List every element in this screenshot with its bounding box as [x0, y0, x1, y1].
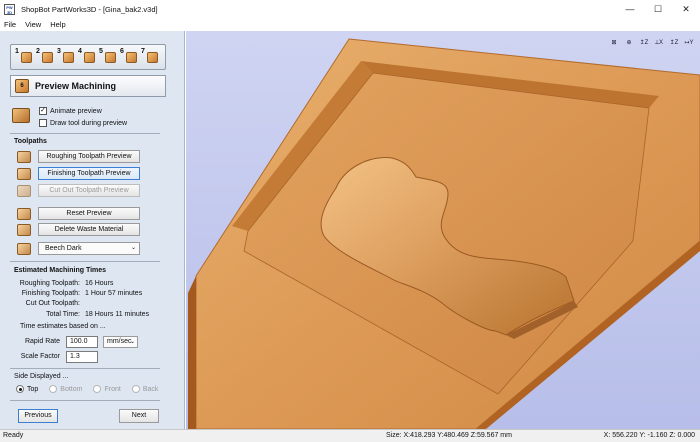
toolpaths-heading: Toolpaths — [14, 138, 47, 145]
title-bar: PW 3D ShopBot PartWorks3D - [Gina_bak2.v… — [0, 0, 700, 18]
draw-tool-option[interactable]: Draw tool during preview — [39, 119, 127, 127]
animate-preview-option[interactable]: ✓ Animate preview — [39, 107, 102, 115]
maximize-button[interactable]: ☐ — [644, 0, 672, 18]
rapid-rate-unit-select[interactable]: mm/sec ⌄ — [103, 336, 138, 348]
roughing-preview-button[interactable]: Roughing Toolpath Preview — [38, 150, 140, 163]
cursor-coordinates: X: 556.220 Y: -1.160 Z: 0.000 — [603, 432, 695, 439]
step-icon — [63, 52, 74, 63]
model-size: Size: X:418.293 Y:480.469 Z:59.567 mm — [386, 432, 512, 439]
finishing-time-label: Finishing Toolpath: — [21, 290, 80, 297]
section-header: 6 Preview Machining — [10, 75, 166, 97]
menu-bar: File View Help — [0, 18, 700, 31]
menu-view[interactable]: View — [25, 20, 41, 29]
material-select[interactable]: Beech Dark ⌄ — [38, 242, 140, 255]
status-text: Ready — [3, 432, 24, 439]
side-heading: Side Displayed ... — [14, 373, 69, 380]
finishing-preview-button[interactable]: Finishing Toolpath Preview — [38, 167, 140, 180]
step-icon — [42, 52, 53, 63]
rapid-rate-label: Rapid Rate — [24, 338, 60, 345]
roughing-toolpath-icon — [17, 151, 31, 163]
menu-help[interactable]: Help — [50, 20, 65, 29]
step-4-button[interactable]: 4 — [77, 47, 97, 67]
step-7-button[interactable]: 7 — [140, 47, 160, 67]
next-button[interactable]: Next — [119, 409, 159, 423]
side-radio-group: Top Bottom Front Back — [16, 385, 169, 393]
3d-viewport[interactable]: ⊠ ⊕ ↥Z ⟂X ↥Z ↦Y — [186, 31, 700, 429]
block-left-side — [188, 276, 196, 429]
roughing-time-value: 16 Hours — [85, 280, 114, 287]
estimates-note: Time estimates based on ... — [20, 323, 106, 330]
side-top-radio[interactable]: Top — [16, 385, 38, 393]
material-value: Beech Dark — [45, 245, 82, 252]
animate-preview-label: Animate preview — [50, 107, 102, 115]
chevron-down-icon: ⌄ — [130, 245, 136, 251]
radio-dot — [131, 385, 140, 393]
close-button[interactable]: ✕ — [672, 0, 700, 18]
divider — [10, 400, 160, 401]
step-3-button[interactable]: 3 — [56, 47, 76, 67]
divider — [10, 133, 160, 134]
minimize-button[interactable]: — — [616, 0, 644, 18]
animate-icon — [12, 108, 30, 123]
side-back-radio[interactable]: Back — [131, 385, 158, 393]
times-heading: Estimated Machining Times — [14, 267, 107, 274]
scale-factor-input[interactable]: 1.3 — [66, 351, 98, 363]
step-icon — [21, 52, 32, 63]
divider — [10, 261, 160, 262]
delete-waste-button[interactable]: Delete Waste Material — [38, 223, 140, 236]
cutout-time-label: Cut Out Toolpath: — [25, 300, 80, 307]
step-icon — [84, 52, 95, 63]
menu-file[interactable]: File — [4, 20, 16, 29]
window-controls: — ☐ ✕ — [616, 0, 700, 18]
draw-tool-checkbox[interactable] — [39, 119, 47, 127]
step-5-button[interactable]: 5 — [98, 47, 118, 67]
step-icon — [105, 52, 116, 63]
preview-machining-icon: 6 — [15, 79, 29, 93]
cutout-preview-button[interactable]: Cut Out Toolpath Preview — [38, 184, 140, 197]
divider — [10, 368, 160, 369]
step-1-button[interactable]: 1 — [14, 47, 34, 67]
delete-waste-icon — [17, 224, 31, 236]
roughing-time-label: Roughing Toolpath: — [19, 280, 80, 287]
step-2-button[interactable]: 2 — [35, 47, 55, 67]
rapid-rate-input[interactable]: 100.0 — [66, 336, 98, 348]
side-front-radio[interactable]: Front — [93, 385, 121, 393]
reset-preview-icon — [17, 208, 31, 220]
material-icon — [17, 243, 31, 255]
finishing-time-value: 1 Hour 57 minutes — [85, 290, 143, 297]
rapid-rate-unit: mm/sec — [107, 338, 132, 345]
step-6-button[interactable]: 6 — [119, 47, 139, 67]
cutout-toolpath-icon — [17, 185, 31, 197]
draw-tool-label: Draw tool during preview — [50, 119, 128, 127]
wood-block-render — [188, 38, 700, 429]
preview-machining-panel: 1 2 3 4 5 6 7 6 Preview Machining ✓ Anim… — [0, 31, 185, 429]
reset-preview-button[interactable]: Reset Preview — [38, 207, 140, 220]
total-time-label: Total Time: — [46, 311, 80, 318]
step-icon — [147, 52, 158, 63]
status-bar: Ready Size: X:418.293 Y:480.469 Z:59.567… — [0, 429, 700, 442]
animate-preview-checkbox[interactable]: ✓ — [39, 107, 47, 115]
finishing-toolpath-icon — [17, 168, 31, 180]
app-logo-icon: PW 3D — [4, 3, 15, 15]
radio-dot — [93, 385, 102, 393]
total-time-value: 18 Hours 11 minutes — [85, 311, 150, 318]
chevron-down-icon: ⌄ — [129, 339, 135, 345]
wizard-steps: 1 2 3 4 5 6 7 — [10, 44, 166, 70]
step-icon — [126, 52, 137, 63]
side-bottom-radio[interactable]: Bottom — [49, 385, 82, 393]
radio-dot — [49, 385, 58, 393]
previous-button[interactable]: Previous — [18, 409, 58, 423]
window-title: ShopBot PartWorks3D - [Gina_bak2.v3d] — [21, 4, 158, 14]
radio-dot — [16, 385, 24, 393]
scale-factor-label: Scale Factor — [20, 353, 60, 360]
section-title: Preview Machining — [35, 81, 117, 91]
